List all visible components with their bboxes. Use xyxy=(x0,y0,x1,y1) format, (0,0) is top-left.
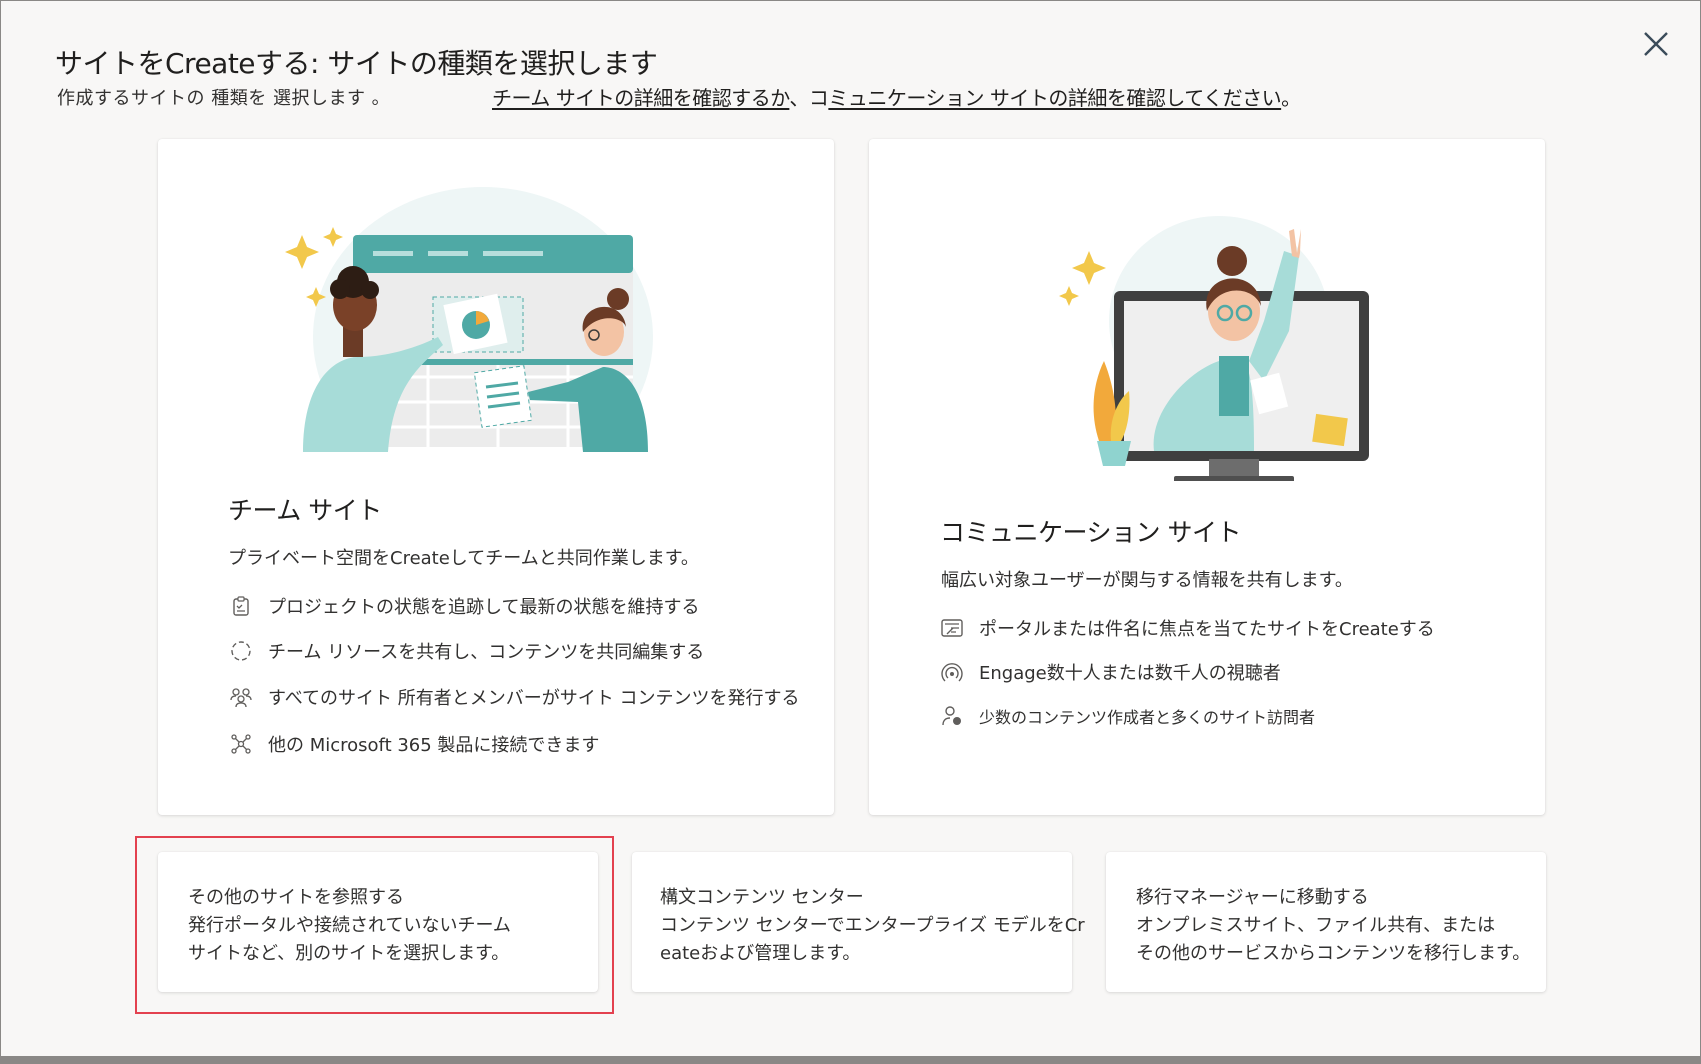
learn-more-links: チーム サイトの詳細を確認するか、コミュニケーション サイトの詳細を確認してくだ… xyxy=(492,82,1301,111)
team-site-learn-link[interactable]: チーム サイトの詳細を確認するか xyxy=(492,86,790,110)
communication-site-title: コミュニケーション サイト xyxy=(940,518,1241,547)
comm-feature-item: 少数のコンテンツ作成者と多くのサイト訪問者 xyxy=(941,704,1315,728)
content-center-card[interactable]: 構文コンテンツ センター コンテンツ センターでエンタープライズ モデルをCr … xyxy=(632,852,1085,992)
team-feature-item: 他の Microsoft 365 製品に接続できます xyxy=(230,731,599,757)
browse-other-sites-card[interactable]: その他のサイトを参照する 発行ポータルや接続されていないチーム サイトなど、別の… xyxy=(158,852,598,992)
option-title: その他のサイトを参照する xyxy=(188,887,404,908)
news-icon xyxy=(941,617,963,639)
comm-feature-item: Engage数十人または数千人の視聴者 xyxy=(941,659,1281,685)
team-feature-text: 他の Microsoft 365 製品に接続できます xyxy=(268,735,600,756)
connector-icon xyxy=(230,733,252,755)
team-feature-item: すべてのサイト 所有者とメンバーがサイト コンテンツを発行する xyxy=(230,684,799,710)
team-site-title: チーム サイト xyxy=(228,496,382,525)
comm-feature-text: ポータルまたは件名に焦点を当てたサイトをCreateする xyxy=(979,619,1435,640)
team-feature-text: プロジェクトの状態を追跡して最新の状態を維持する xyxy=(268,597,700,618)
link-separator: 、コ xyxy=(789,86,829,110)
communication-site-illustration xyxy=(1059,216,1369,481)
option-title: 移行マネージャーに移動する xyxy=(1136,887,1369,908)
comm-site-learn-link[interactable]: ミュニケーション サイトの詳細を確認してください xyxy=(828,86,1281,110)
option-description: 発行ポータルや接続されていないチーム xyxy=(188,915,511,936)
comm-feature-item: ポータルまたは件名に焦点を当てたサイトをCreateする xyxy=(941,615,1435,641)
people-icon xyxy=(230,686,252,708)
comm-feature-text: Engage数十人または数千人の視聴者 xyxy=(979,663,1281,684)
option-description: オンプレミスサイト、ファイル共有、または xyxy=(1136,915,1496,936)
option-description: eateおよび管理します。 xyxy=(660,943,861,964)
team-site-card[interactable]: チーム サイト プライベート空間をCreateしてチームと共同作業します。 プロ… xyxy=(158,139,834,815)
person-edit-icon xyxy=(941,705,963,727)
close-icon xyxy=(1644,32,1668,56)
option-description: その他のサービスからコンテンツを移行します。 xyxy=(1136,943,1531,964)
link-end: 。 xyxy=(1281,86,1301,110)
sync-icon xyxy=(230,640,252,662)
team-site-illustration xyxy=(285,187,653,457)
team-feature-item: チーム リソースを共有し、コンテンツを共同編集する xyxy=(230,638,704,664)
option-description: コンテンツ センターでエンタープライズ モデルをCr xyxy=(660,915,1085,936)
dialog-subtitle: 作成するサイトの 種類を 選択します 。 xyxy=(57,88,391,109)
team-site-description: プライベート空間をCreateしてチームと共同作業します。 xyxy=(228,548,699,569)
close-button[interactable] xyxy=(1636,24,1676,64)
team-feature-item: プロジェクトの状態を追跡して最新の状態を維持する xyxy=(230,593,699,619)
communication-site-card[interactable]: コミュニケーション サイト 幅広い対象ユーザーが関与する情報を共有します。 ポー… xyxy=(869,139,1545,815)
team-feature-text: すべてのサイト 所有者とメンバーがサイト コンテンツを発行する xyxy=(268,688,800,709)
communication-site-description: 幅広い対象ユーザーが関与する情報を共有します。 xyxy=(941,570,1353,591)
team-feature-text: チーム リソースを共有し、コンテンツを共同編集する xyxy=(268,642,705,663)
dialog-title: サイトをCreateする: サイトの種類を選択します xyxy=(55,47,658,80)
migration-manager-card[interactable]: 移行マネージャーに移動する オンプレミスサイト、ファイル共有、または その他のサ… xyxy=(1106,852,1546,992)
comm-feature-text: 少数のコンテンツ作成者と多くのサイト訪問者 xyxy=(979,708,1316,727)
broadcast-icon xyxy=(941,661,963,683)
option-title: 構文コンテンツ センター xyxy=(660,887,864,908)
option-description: サイトなど、別のサイトを選択します。 xyxy=(188,943,510,964)
checklist-icon xyxy=(230,595,252,617)
